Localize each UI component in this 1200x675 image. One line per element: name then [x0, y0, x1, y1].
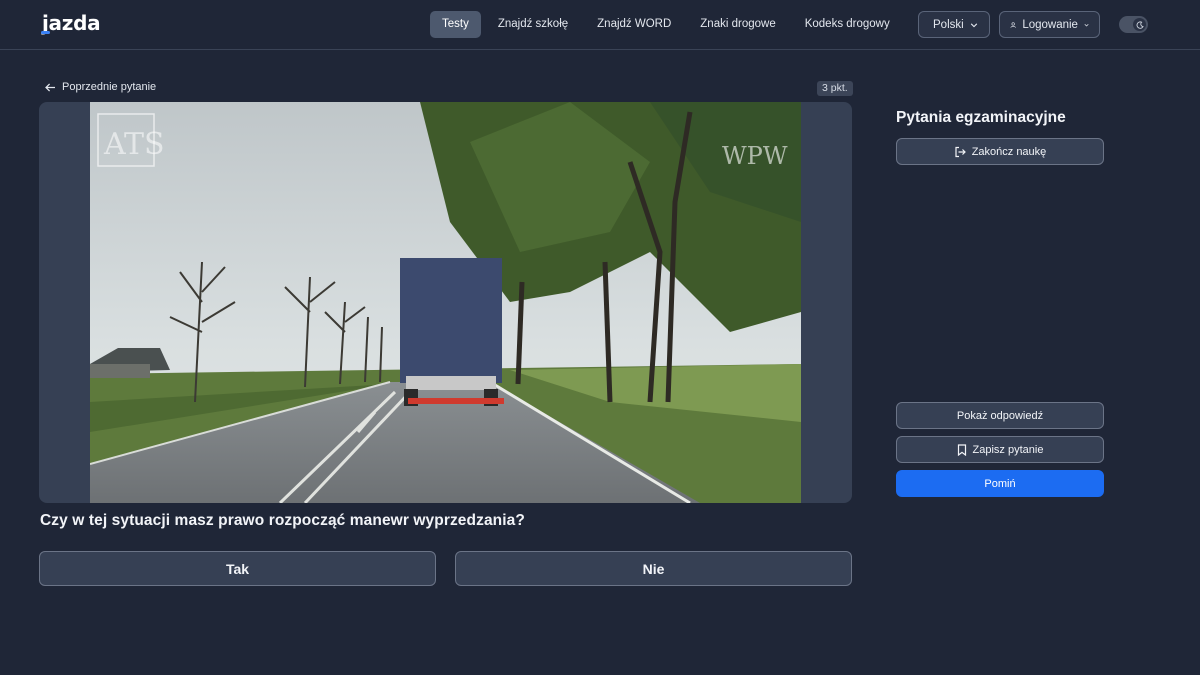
- save-question-label: Zapisz pytanie: [972, 443, 1044, 456]
- answer-yes-button[interactable]: Tak: [39, 551, 436, 586]
- logout-icon: [955, 146, 966, 157]
- skip-button[interactable]: Pomiń: [896, 470, 1104, 497]
- language-dropdown[interactable]: Polski: [918, 11, 990, 38]
- arrow-left-icon: [45, 82, 55, 92]
- nav-item-find-school[interactable]: Znajdź szkołę: [486, 11, 580, 38]
- skip-label: Pomiń: [984, 477, 1016, 490]
- nav-item-testy[interactable]: Testy: [430, 11, 481, 38]
- answer-no-button[interactable]: Nie: [455, 551, 852, 586]
- end-study-button[interactable]: Zakończ naukę: [896, 138, 1104, 165]
- moon-icon: [1136, 20, 1144, 29]
- toggle-knob: [1133, 18, 1146, 31]
- save-question-button[interactable]: Zapisz pytanie: [896, 436, 1104, 463]
- bookmark-icon: [957, 443, 966, 456]
- show-answer-label: Pokaż odpowiedź: [956, 409, 1044, 422]
- main-nav: Testy Znajdź szkołę Znajdź WORD Znaki dr…: [430, 11, 959, 38]
- sidebar-title: Pytania egzaminacyjne: [896, 109, 1066, 126]
- watermark-left: ATS: [103, 127, 165, 162]
- previous-question-link[interactable]: Poprzednie pytanie: [45, 81, 156, 93]
- user-icon: [1010, 21, 1016, 28]
- site-logo[interactable]: jazda: [41, 11, 101, 35]
- top-navbar: jazda Testy Znajdź szkołę Znajdź WORD Zn…: [0, 0, 1200, 50]
- theme-toggle[interactable]: [1119, 16, 1148, 33]
- question-text: Czy w tej sytuacji masz prawo rozpocząć …: [40, 512, 525, 529]
- previous-question-label: Poprzednie pytanie: [62, 81, 157, 93]
- language-label: Polski: [933, 18, 964, 31]
- nav-item-road-code[interactable]: Kodeks drogowy: [793, 11, 902, 38]
- show-answer-button[interactable]: Pokaż odpowiedź: [896, 402, 1104, 429]
- chevron-down-icon: [970, 22, 977, 27]
- end-study-label: Zakończ naukę: [971, 145, 1047, 158]
- chevron-down-icon: [1084, 23, 1089, 27]
- logo-accent-mark: [41, 31, 50, 34]
- question-media: ATS WPW: [39, 102, 852, 503]
- nav-item-find-word[interactable]: Znajdź WORD: [585, 11, 683, 38]
- login-label: Logowanie: [1022, 18, 1078, 31]
- watermark-right: WPW: [722, 142, 788, 170]
- login-dropdown[interactable]: Logowanie: [999, 11, 1100, 38]
- points-badge: 3 pkt.: [817, 81, 853, 96]
- road-scene-image: ATS WPW: [90, 102, 801, 503]
- logo-text: jazda: [42, 11, 101, 35]
- nav-item-road-signs[interactable]: Znaki drogowe: [688, 11, 787, 38]
